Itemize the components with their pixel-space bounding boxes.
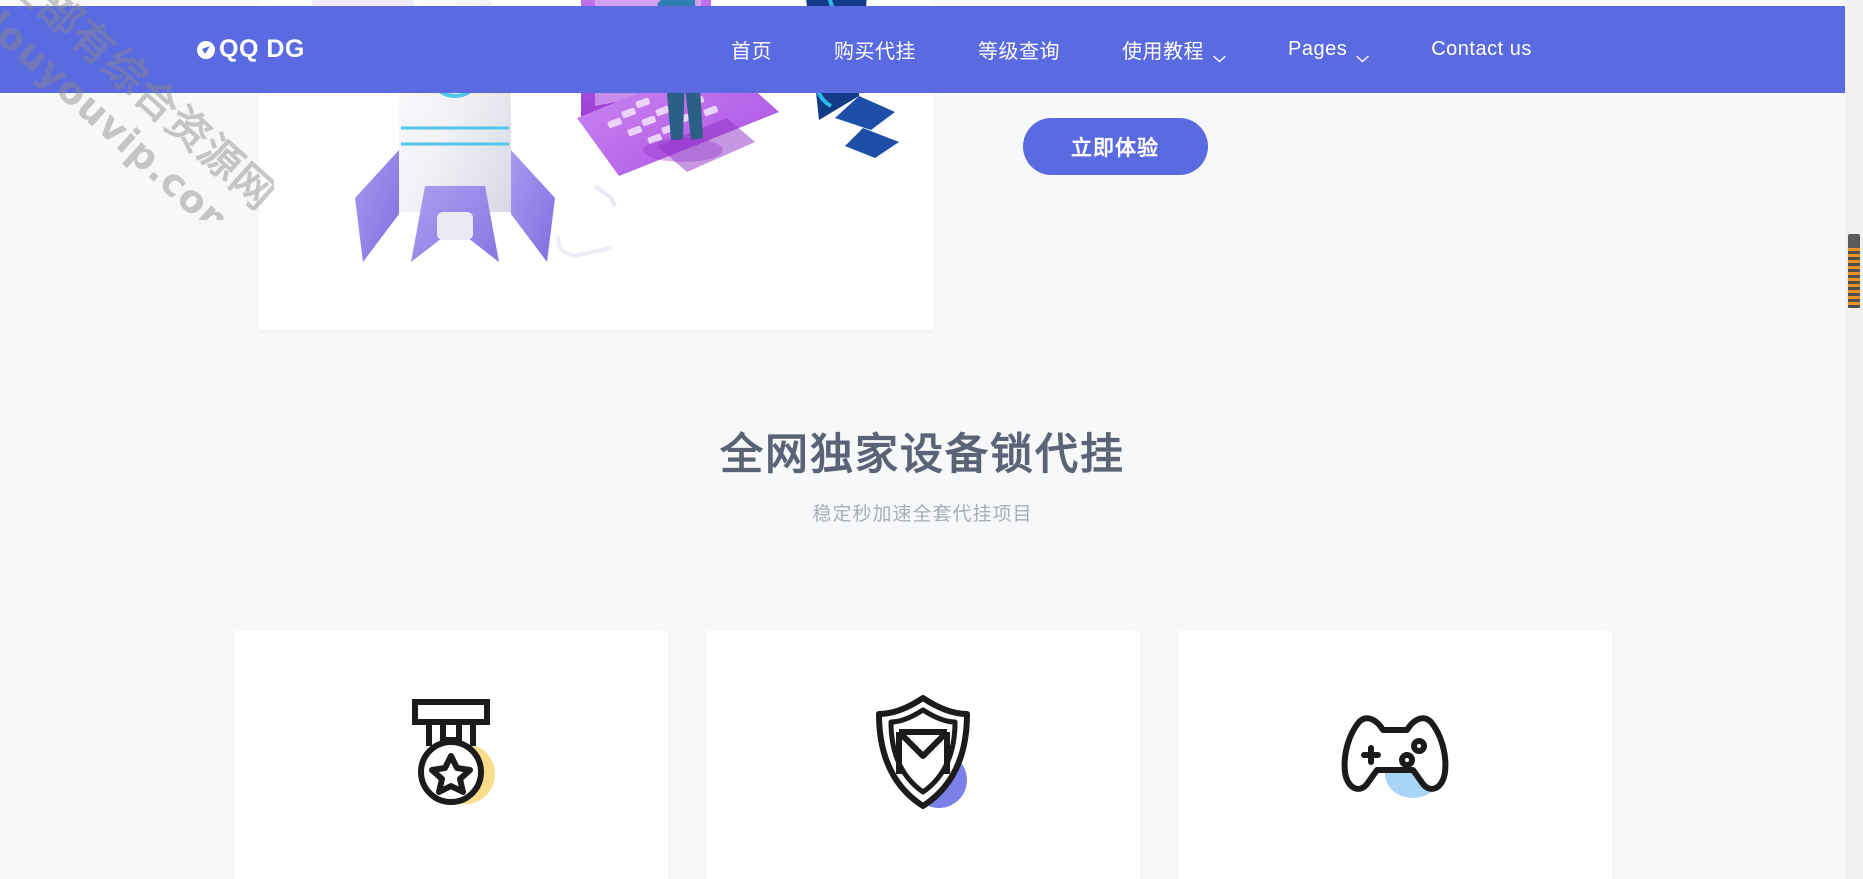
chevron-down-icon bbox=[1213, 46, 1226, 63]
feature-section-header: 全网独家设备锁代挂 稳定秒加速全套代挂项目 bbox=[0, 430, 1845, 526]
feature-section-subtitle: 稳定秒加速全套代挂项目 bbox=[812, 503, 1033, 525]
site-header: QQ DG 首页 购买代挂 等级查询 使用教程 Pages Contact us bbox=[0, 6, 1863, 93]
nav-label: 购买代挂 bbox=[834, 41, 916, 63]
shield-mail-icon bbox=[861, 688, 985, 812]
brand-logo[interactable]: QQ DG bbox=[196, 37, 305, 62]
nav-item-contact-us[interactable]: Contact us bbox=[1400, 38, 1563, 61]
gamepad-icon bbox=[1333, 688, 1457, 812]
nav-label: Contact us bbox=[1431, 38, 1532, 60]
feature-card[interactable] bbox=[1177, 630, 1612, 879]
nav-label: 使用教程 bbox=[1122, 41, 1204, 63]
nav-item-pages[interactable]: Pages bbox=[1257, 38, 1400, 63]
brand-name: QQ DG bbox=[219, 35, 305, 63]
vertical-scrollbar[interactable] bbox=[1845, 0, 1863, 879]
page-content: 保护挂机，可随时提交代挂，系统10秒内响应代挂请求，实现真正的秒速挂机 立即体验… bbox=[0, 0, 1845, 879]
main-navigation: 首页 购买代挂 等级查询 使用教程 Pages Contact us bbox=[700, 35, 1563, 64]
feature-section: 全网独家设备锁代挂 稳定秒加速全套代挂项目 bbox=[0, 430, 1845, 879]
nav-label: 首页 bbox=[731, 41, 772, 63]
nav-label: 等级查询 bbox=[978, 41, 1060, 63]
feature-card-list bbox=[0, 630, 1845, 879]
nav-item-home[interactable]: 首页 bbox=[700, 35, 803, 64]
hero-cta-button[interactable]: 立即体验 bbox=[1022, 118, 1208, 175]
chevron-down-icon bbox=[1356, 46, 1370, 63]
nav-item-tutorial[interactable]: 使用教程 bbox=[1091, 35, 1257, 64]
nav-item-level-query[interactable]: 等级查询 bbox=[947, 35, 1091, 64]
medal-award-icon bbox=[389, 688, 513, 812]
nav-item-buy[interactable]: 购买代挂 bbox=[803, 35, 947, 64]
feature-section-title: 全网独家设备锁代挂 bbox=[720, 431, 1125, 479]
feature-card[interactable] bbox=[705, 630, 1140, 879]
scrollbar-thumb[interactable] bbox=[1848, 234, 1860, 308]
circle-check-logo-icon bbox=[196, 40, 216, 60]
page-root: 保护挂机，可随时提交代挂，系统10秒内响应代挂请求，实现真正的秒速挂机 立即体验… bbox=[0, 0, 1863, 879]
feature-card[interactable] bbox=[233, 630, 668, 879]
nav-label: Pages bbox=[1288, 38, 1348, 60]
